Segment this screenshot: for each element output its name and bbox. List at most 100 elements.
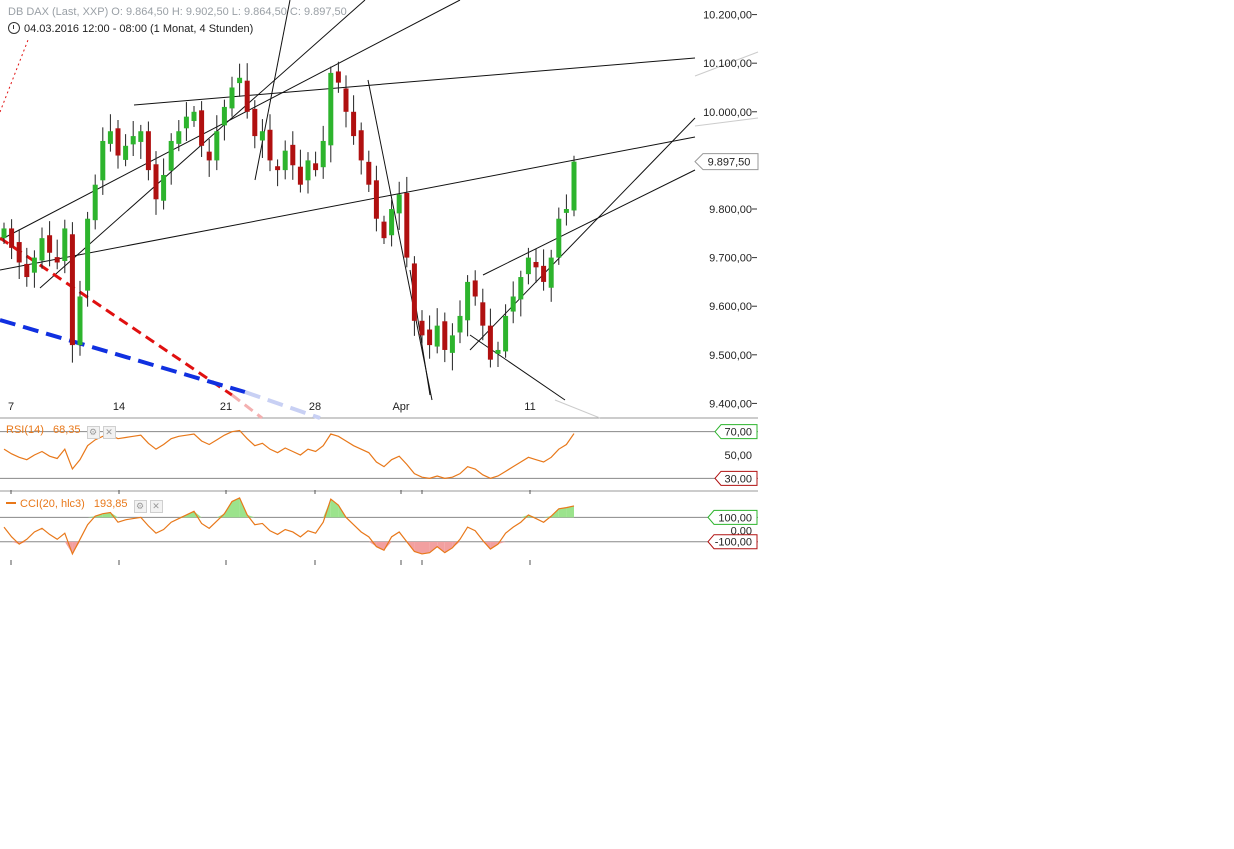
candle-body <box>77 296 83 346</box>
candle-body <box>115 128 121 156</box>
candle-body <box>244 80 250 112</box>
candle-body <box>221 106 227 126</box>
clock-icon[interactable] <box>8 22 20 34</box>
candle-body <box>54 257 60 263</box>
candle-body <box>442 321 448 350</box>
candle-body <box>183 116 189 129</box>
candle-body <box>449 335 455 353</box>
candle-body <box>480 302 486 326</box>
candle-body <box>373 180 379 219</box>
last-price-label: 9.897,50 <box>708 157 751 169</box>
candle-body <box>305 160 311 181</box>
close-icon[interactable]: ✕ <box>102 426 116 439</box>
candle-body <box>525 257 531 275</box>
candle-body <box>290 144 296 166</box>
y-tick-label: 9.800,00 <box>709 204 752 216</box>
period-line[interactable]: 04.03.2016 12:00 - 08:00 (1 Monat, 4 Stu… <box>8 22 253 35</box>
ma-blue-line <box>0 318 246 394</box>
cci-line-icon <box>6 502 16 504</box>
candle-body <box>548 257 554 288</box>
y-tick-label: 10.100,00 <box>703 58 752 70</box>
candle-body <box>39 238 45 261</box>
instrument-ohlc: DB DAX (Last, XXP) O: 9.864,50 H: 9.902,… <box>8 6 347 18</box>
candle-body <box>229 87 235 109</box>
candle-body <box>214 131 220 161</box>
x-tick-label: 7 <box>8 401 14 413</box>
candle-body <box>275 166 281 171</box>
candle-body <box>503 315 509 352</box>
settings-icon[interactable]: ⚙ <box>133 500 147 513</box>
candle-body <box>495 349 501 354</box>
price-axis: 10.200,00 10.100,00 10.000,00 9.800,00 9.700… <box>694 10 759 410</box>
y-tick-label: 9.400,00 <box>709 398 752 410</box>
candle-body <box>487 325 493 360</box>
trendline <box>482 169 696 276</box>
candle-body <box>343 88 349 112</box>
period-text: 04.03.2016 12:00 - 08:00 (1 Monat, 4 Stu… <box>24 23 254 35</box>
candle-body <box>62 228 68 262</box>
trendline <box>694 117 759 127</box>
candle-body <box>92 184 98 221</box>
candle-body <box>313 163 319 171</box>
cci-tick-label: -100,00 <box>715 537 752 549</box>
candle-body <box>138 131 144 142</box>
candle-body <box>366 161 372 185</box>
x-tick-label: 28 <box>309 401 321 413</box>
candle-body <box>31 257 37 273</box>
candle-body <box>533 261 539 268</box>
candle-body <box>85 218 91 291</box>
candle-body <box>404 192 410 258</box>
settings-icon[interactable]: ⚙ <box>86 426 100 439</box>
y-tick-label: 10.200,00 <box>703 10 752 22</box>
candle-body <box>24 263 30 278</box>
candle-body <box>123 145 129 160</box>
candle-body <box>358 130 364 161</box>
y-tick-label: 9.600,00 <box>709 301 752 313</box>
x-tick-label: Apr <box>392 401 409 413</box>
candle-body <box>571 161 577 211</box>
candle-body <box>518 277 524 300</box>
rsi-title: RSI(14) <box>6 424 44 436</box>
candle-body <box>191 111 197 122</box>
rsi-tick-label: 30,00 <box>724 473 752 485</box>
cci-legend: CCI(20, hlc3) 193,85 ⚙ ✕ <box>6 498 163 513</box>
candle-body <box>541 265 547 282</box>
rsi-value: 68,35 <box>52 424 81 436</box>
candle-body <box>267 129 273 161</box>
trendline <box>469 334 566 401</box>
candle-body <box>1 228 7 239</box>
candle-body <box>411 263 417 321</box>
candle-body <box>389 209 395 236</box>
ma-red-line <box>0 39 29 113</box>
candle-body <box>427 329 433 346</box>
y-tick-label: 9.700,00 <box>709 253 752 265</box>
candle-body <box>16 242 22 263</box>
rsi-legend: RSI(14) 68,35 ⚙ ✕ <box>6 424 116 439</box>
candle-body <box>47 235 53 253</box>
candle-body <box>130 136 136 145</box>
candle-body <box>351 111 357 137</box>
rsi-tick-label: 50,00 <box>724 450 752 462</box>
y-tick-label: 9.500,00 <box>709 350 752 362</box>
candle-body <box>282 150 288 171</box>
candle-body <box>472 280 478 297</box>
cci-title: CCI(20, hlc3) <box>20 498 85 510</box>
x-tick-label: 14 <box>113 401 125 413</box>
candle-body <box>206 151 212 161</box>
candle-body <box>107 131 113 144</box>
candle-body <box>145 131 151 171</box>
rsi-tick-label: 70,00 <box>724 427 752 439</box>
candle-body <box>335 71 341 83</box>
candle-body <box>237 77 243 84</box>
candle-body <box>252 108 258 137</box>
candle-body <box>9 228 15 248</box>
dax-candlestick-chart[interactable]: 7 14 21 28 Apr 11 10.200,00 10.100,00 10.000,00… <box>0 0 1234 849</box>
x-tick-label: 21 <box>220 401 232 413</box>
candle-body <box>457 315 463 333</box>
candle-body <box>168 140 174 171</box>
candle-body <box>199 110 205 146</box>
close-icon[interactable]: ✕ <box>149 500 163 513</box>
candle-body <box>176 131 182 144</box>
candle-body <box>465 281 471 321</box>
candle-body <box>396 194 402 214</box>
